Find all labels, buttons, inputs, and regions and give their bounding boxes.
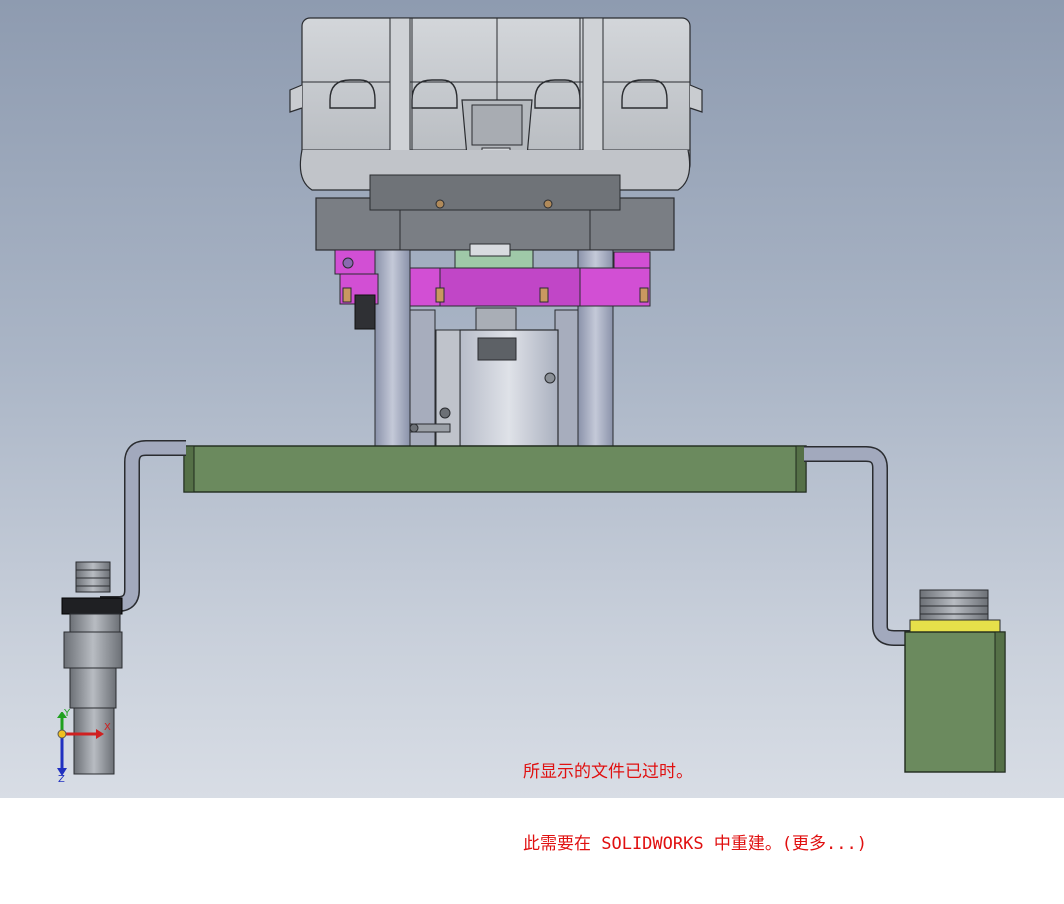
graphics-viewport[interactable]: X Y Z 所显示的文件已过时。 此需要在 SOLIDWORKS 中重建。(更多…	[0, 0, 1064, 854]
left-support-rail	[100, 440, 186, 612]
base-plate	[183, 445, 807, 493]
warning-line-2[interactable]: 此需要在 SOLIDWORKS 中重建。(更多...)	[523, 832, 867, 856]
cad-model-view[interactable]	[0, 0, 1064, 798]
mounting-plate	[315, 174, 675, 251]
triad-x-label: X	[104, 722, 111, 733]
triad-z-label: Z	[58, 774, 65, 785]
right-valve-block	[904, 589, 1006, 773]
right-support-rail	[804, 446, 910, 646]
rebuild-warning[interactable]: 所显示的文件已过时。 此需要在 SOLIDWORKS 中重建。(更多...)	[523, 712, 867, 904]
triad-y-label: Y	[64, 708, 71, 719]
coordinate-triad: X Y Z	[40, 708, 120, 792]
gripper-housing	[289, 17, 703, 193]
warning-line-1: 所显示的文件已过时。	[523, 762, 693, 782]
